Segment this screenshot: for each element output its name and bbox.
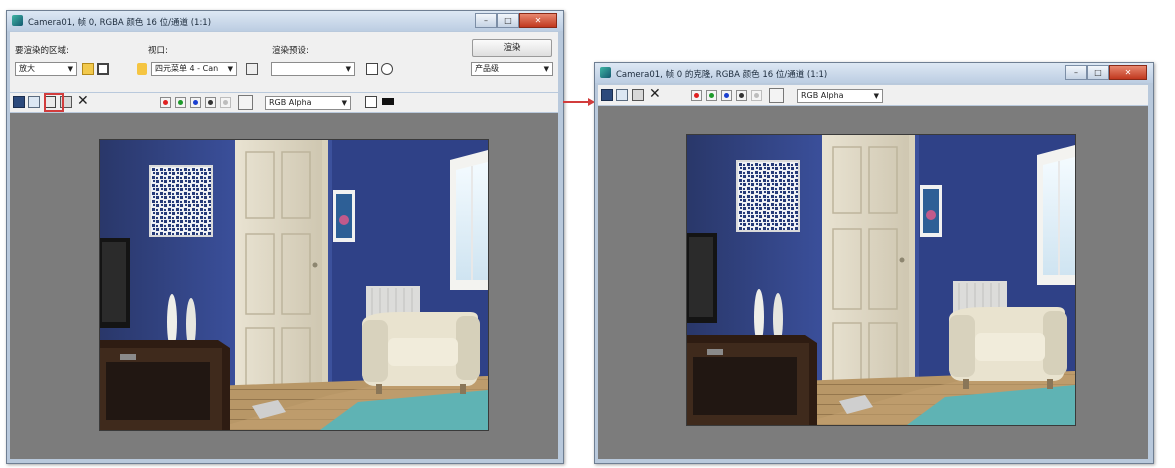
- copy-image-icon[interactable]: [28, 96, 40, 108]
- image-toolbar: ✕ RGB Alpha ▼: [598, 85, 1148, 105]
- chevron-down-icon: ▼: [345, 65, 351, 73]
- print-image-icon[interactable]: [632, 89, 644, 101]
- clear-icon[interactable]: ✕: [649, 86, 661, 102]
- frame-icon[interactable]: [365, 96, 377, 108]
- image-toolbar: ✕ RGB Alpha ▼: [10, 93, 558, 112]
- viewport-label: 视口:: [148, 46, 168, 56]
- render-viewport: [10, 113, 558, 459]
- render-mode-dropdown[interactable]: 产品级 ▼: [471, 62, 553, 76]
- lock-icon[interactable]: [137, 63, 147, 75]
- viewport-value: 四元菜单 4 - Can: [155, 64, 219, 73]
- clear-icon[interactable]: ✕: [77, 93, 89, 109]
- green-channel-icon[interactable]: [175, 97, 186, 108]
- monochrome-icon[interactable]: [751, 90, 762, 101]
- render-area-label: 要渲染的区域:: [15, 46, 69, 56]
- monochrome-icon[interactable]: [220, 97, 231, 108]
- background-swatch-icon[interactable]: [238, 95, 253, 110]
- save-image-icon[interactable]: [601, 89, 613, 101]
- window-title: Camera01, 帧 0 的克隆, RGBA 颜色 16 位/通道 (1:1): [616, 70, 828, 80]
- render-viewport: [598, 106, 1148, 459]
- green-channel-icon[interactable]: [706, 90, 717, 101]
- rendered-image-clone: [686, 134, 1076, 426]
- lock-viewport-icon[interactable]: [246, 63, 258, 75]
- auto-region-icon[interactable]: [97, 63, 109, 75]
- environment-icon[interactable]: [381, 63, 393, 75]
- render-settings-panel: 要渲染的区域: 放大 ▼ 视口: 四元菜单 4 - Can ▼ 渲染预设: ▼ 渲染…: [10, 32, 558, 92]
- alpha-channel-icon[interactable]: [736, 90, 747, 101]
- background-swatch-icon[interactable]: [769, 88, 784, 103]
- mask-icon[interactable]: [382, 98, 394, 105]
- title-bar[interactable]: Camera01, 帧 0, RGBA 颜色 16 位/通道 (1:1) – □…: [7, 11, 563, 31]
- chevron-down-icon: ▼: [341, 99, 347, 107]
- copy-image-icon[interactable]: [616, 89, 628, 101]
- maximize-button[interactable]: □: [497, 13, 519, 28]
- maximize-button[interactable]: □: [1087, 65, 1109, 80]
- chevron-down-icon: ▼: [873, 92, 879, 100]
- render-window-icon: [600, 67, 611, 78]
- render-preset-label: 渲染预设:: [272, 46, 309, 56]
- window-title: Camera01, 帧 0, RGBA 颜色 16 位/通道 (1:1): [28, 18, 212, 28]
- channel-dropdown[interactable]: RGB Alpha ▼: [265, 96, 351, 110]
- render-area-dropdown[interactable]: 放大 ▼: [15, 62, 77, 76]
- viewport-dropdown[interactable]: 四元菜单 4 - Can ▼: [151, 62, 237, 76]
- render-area-value: 放大: [19, 64, 35, 73]
- channel-dropdown[interactable]: RGB Alpha ▼: [797, 89, 883, 103]
- render-frame-window: Camera01, 帧 0, RGBA 颜色 16 位/通道 (1:1) – □…: [6, 10, 564, 464]
- minimize-button[interactable]: –: [475, 13, 497, 28]
- minimize-button[interactable]: –: [1065, 65, 1087, 80]
- channel-value: RGB Alpha: [269, 98, 312, 107]
- close-button[interactable]: ✕: [519, 13, 557, 28]
- blue-channel-icon[interactable]: [190, 97, 201, 108]
- chevron-down-icon: ▼: [67, 65, 73, 73]
- window-controls: – □ ✕: [1065, 65, 1147, 80]
- title-bar[interactable]: Camera01, 帧 0 的克隆, RGBA 颜色 16 位/通道 (1:1)…: [595, 63, 1153, 83]
- alpha-channel-icon[interactable]: [205, 97, 216, 108]
- highlighted-clone-button: [44, 93, 64, 112]
- chevron-down-icon: ▼: [227, 65, 233, 73]
- save-image-icon[interactable]: [13, 96, 25, 108]
- channel-value: RGB Alpha: [801, 91, 844, 100]
- red-channel-icon[interactable]: [160, 97, 171, 108]
- blue-channel-icon[interactable]: [721, 90, 732, 101]
- red-channel-icon[interactable]: [691, 90, 702, 101]
- render-button[interactable]: 渲染: [472, 39, 552, 57]
- render-setup-icon[interactable]: [366, 63, 378, 75]
- rendered-image: [99, 139, 489, 431]
- render-preset-dropdown[interactable]: ▼: [271, 62, 355, 76]
- chevron-down-icon: ▼: [543, 65, 549, 73]
- cloned-frame-window: Camera01, 帧 0 的克隆, RGBA 颜色 16 位/通道 (1:1)…: [594, 62, 1154, 464]
- render-window-icon: [12, 15, 23, 26]
- window-controls: – □ ✕: [475, 13, 557, 28]
- close-button[interactable]: ✕: [1109, 65, 1147, 80]
- arrow-connector: [563, 101, 589, 103]
- render-mode-value: 产品级: [475, 64, 499, 73]
- edit-region-icon[interactable]: [82, 63, 94, 75]
